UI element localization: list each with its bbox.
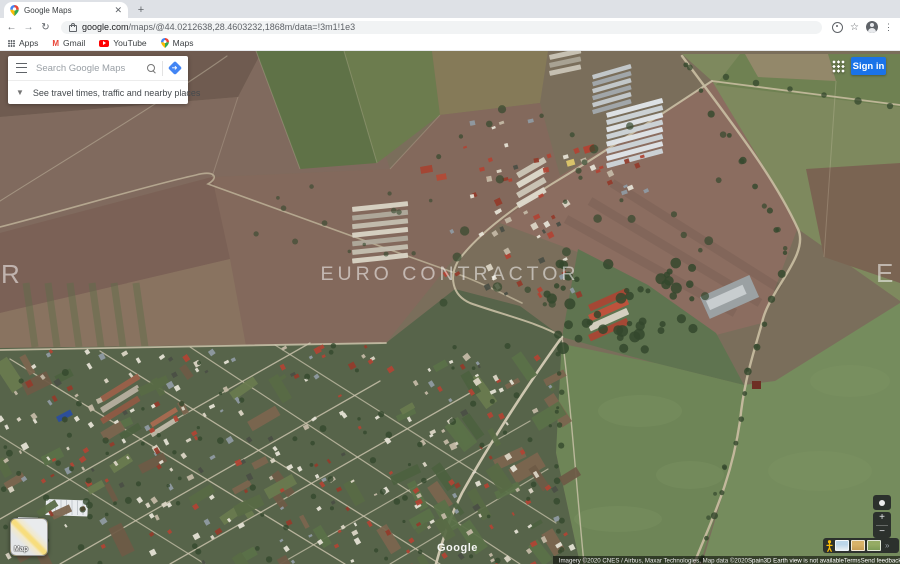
search-input[interactable] <box>34 62 140 75</box>
tab-close-icon[interactable]: ✕ <box>114 6 122 15</box>
bookmarks-bar: Apps M Gmail YouTube Maps <box>0 36 900 51</box>
search-icon[interactable] <box>147 64 155 72</box>
zoom-in-button[interactable]: + <box>873 512 891 525</box>
bookmark-youtube[interactable]: YouTube <box>99 38 146 48</box>
location-dot-icon <box>879 500 885 506</box>
chevron-down-icon: ▼ <box>16 88 24 97</box>
imagery-tray: » <box>823 538 899 553</box>
new-tab-button[interactable]: + <box>134 3 148 17</box>
profile-avatar[interactable] <box>864 20 879 35</box>
gmail-icon: M <box>52 39 59 48</box>
zoom-control: + − <box>873 512 891 538</box>
menu-hamburger-icon[interactable] <box>16 63 27 73</box>
back-button[interactable]: ← <box>4 20 19 35</box>
youtube-icon <box>99 40 109 47</box>
maps-pin-icon <box>161 38 169 48</box>
tab-strip: Google Maps ✕ + <box>0 0 900 18</box>
browser-toolbar: ← → ↻ google.com/maps/@44.0212638,28.460… <box>0 18 900 36</box>
zoom-out-button[interactable]: − <box>873 526 891 539</box>
google-logo[interactable]: Google <box>437 542 478 554</box>
map-mode-toggle[interactable]: Map <box>10 518 48 556</box>
bookmark-maps[interactable]: Maps <box>161 38 194 48</box>
bookmark-apps[interactable]: Apps <box>8 38 38 48</box>
map-toggle-label: Map <box>14 545 28 553</box>
imagery-thumb[interactable] <box>835 540 849 551</box>
imagery-thumb[interactable] <box>867 540 881 551</box>
apps-grid-icon <box>8 40 15 47</box>
map-label-partial-right: E <box>876 258 893 288</box>
divider <box>162 61 163 76</box>
travel-times-label: See travel times, traffic and nearby pla… <box>33 88 200 98</box>
imagery-attribution: Imagery ©2020 CNES / Airbus, Maxar Techn… <box>559 556 748 563</box>
send-feedback-link[interactable]: Send feedback <box>861 556 900 563</box>
omnibox-action-icon[interactable] <box>830 20 845 35</box>
chrome-menu-icon[interactable]: ⋮ <box>881 20 896 35</box>
satellite-map-canvas[interactable]: R E EURO CONTRACTOR Google ➜ ▼ See trave… <box>0 51 900 564</box>
directions-icon[interactable]: ➜ <box>168 61 182 75</box>
google-apps-grid-icon[interactable] <box>832 60 845 73</box>
map-label-partial-left: R <box>1 259 20 289</box>
travel-times-row[interactable]: ▼ See travel times, traffic and nearby p… <box>8 80 188 104</box>
bookmark-star-icon[interactable]: ☆ <box>847 20 862 35</box>
browser-tab[interactable]: Google Maps ✕ <box>4 2 128 18</box>
search-card: ➜ ▼ See travel times, traffic and nearby… <box>8 56 188 104</box>
address-bar[interactable]: google.com/maps/@44.0212638,28.4603232,1… <box>61 21 822 34</box>
region-label: Spain <box>748 556 764 563</box>
collapse-tray-icon[interactable]: » <box>885 542 889 550</box>
tab-title: Google Maps <box>24 6 109 15</box>
pegman-icon[interactable] <box>826 540 833 552</box>
map-watermark-label[interactable]: EURO CONTRACTOR <box>321 263 580 285</box>
terms-link[interactable]: Terms <box>844 556 861 563</box>
url-text: google.com/maps/@44.0212638,28.4603232,1… <box>82 22 355 32</box>
maps-favicon-icon <box>10 5 19 16</box>
https-lock-icon[interactable] <box>69 25 77 32</box>
sign-in-button[interactable]: Sign in <box>851 57 886 75</box>
bookmark-gmail[interactable]: M Gmail <box>52 38 85 48</box>
my-location-button[interactable] <box>873 495 891 510</box>
imagery-thumb[interactable] <box>851 540 865 551</box>
forward-button[interactable]: → <box>21 20 36 35</box>
reload-button[interactable]: ↻ <box>38 20 53 35</box>
earth-view-note: 3D Earth view is not available <box>764 556 844 563</box>
